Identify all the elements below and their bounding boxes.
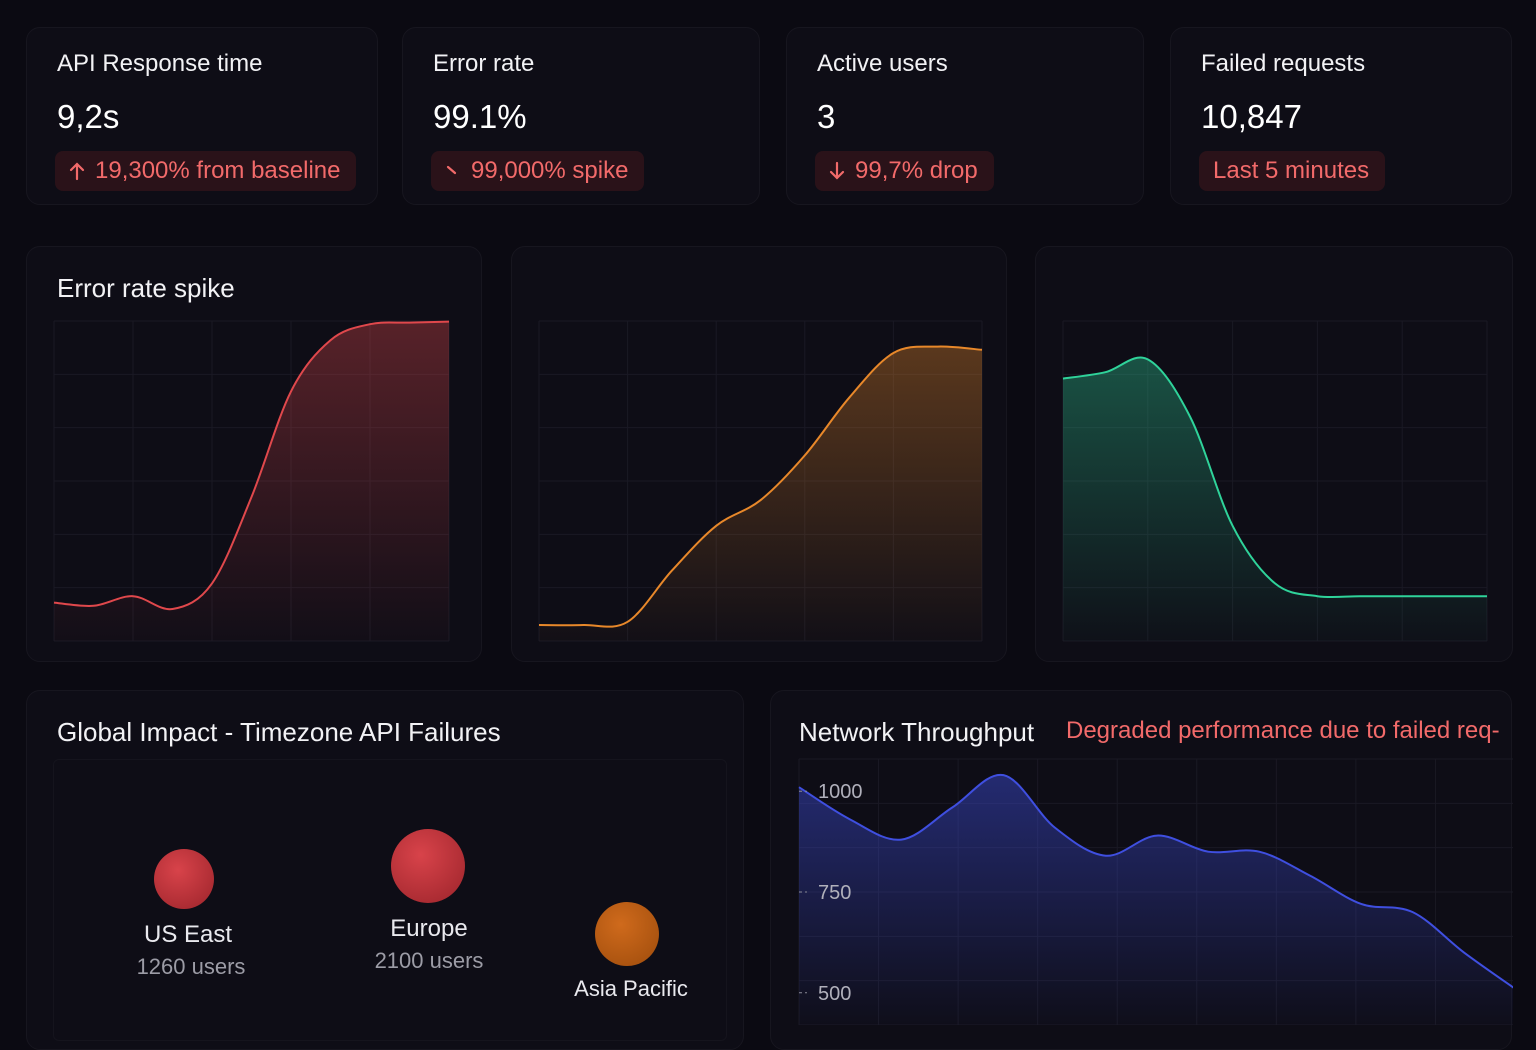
network-throughput-chart: 500 750 1000 [771,691,1513,1025]
region-bubble-us-east[interactable] [154,849,214,909]
kpi-badge-text: Last 5 minutes [1213,157,1369,185]
kpi-title: API Response time [57,50,262,78]
kpi-value: 9,2s [57,98,119,136]
chart-card-orange [511,246,1007,662]
region-name: Europe [390,915,467,942]
region-users: 2100 users [375,948,484,973]
series-area [539,347,982,641]
kpi-badge: Last 5 minutes [1199,151,1385,191]
orange-trend-chart [512,247,1008,663]
region-name: US East [144,921,232,948]
y-tick-label: 1000 [818,781,863,803]
kpi-card-failed-requests: Failed requests 10,847 Last 5 minutes [1170,27,1512,205]
kpi-badge-text: 19,300% from baseline [95,157,340,185]
kpi-card-response-time: API Response time 9,2s 19,300% from base… [26,27,378,205]
kpi-badge: 99,000% spike [431,151,644,191]
series-area [1063,358,1487,641]
spike-icon [445,161,461,181]
kpi-card-error-rate: Error rate 99.1% 99,000% spike [402,27,760,205]
series-area [799,775,1513,1025]
y-tick-label: 500 [818,983,851,1005]
green-trend-chart [1036,247,1514,663]
kpi-value: 99.1% [433,98,527,136]
region-bubble-asia-pacific[interactable] [595,902,659,966]
kpi-value: 3 [817,98,835,136]
kpi-card-active-users: Active users 3 99,7% drop [786,27,1144,205]
region-bubbles: US East 1260 users Europe 2100 users Asi… [27,691,745,1025]
global-impact-card: Global Impact - Timezone API Failures US… [26,690,744,1050]
error-spike-chart [27,247,483,663]
y-tick-label: 750 [818,882,851,904]
kpi-value: 10,847 [1201,98,1302,136]
kpi-badge-text: 99,000% spike [471,157,628,185]
kpi-badge: 19,300% from baseline [55,151,356,191]
chart-card-error-spike: Error rate spike [26,246,482,662]
arrow-down-icon [829,161,845,181]
kpi-badge: 99,7% drop [815,151,994,191]
kpi-badge-text: 99,7% drop [855,157,978,185]
region-name: Asia Pacific [574,976,688,1001]
kpi-title: Failed requests [1201,50,1365,78]
arrow-up-icon [69,161,85,181]
kpi-title: Active users [817,50,948,78]
region-users: 1260 users [137,954,246,979]
region-bubble-europe[interactable] [391,829,465,903]
kpi-title: Error rate [433,50,534,78]
chart-card-green [1035,246,1513,662]
network-throughput-card: Network Throughput Degraded performance … [770,690,1512,1050]
